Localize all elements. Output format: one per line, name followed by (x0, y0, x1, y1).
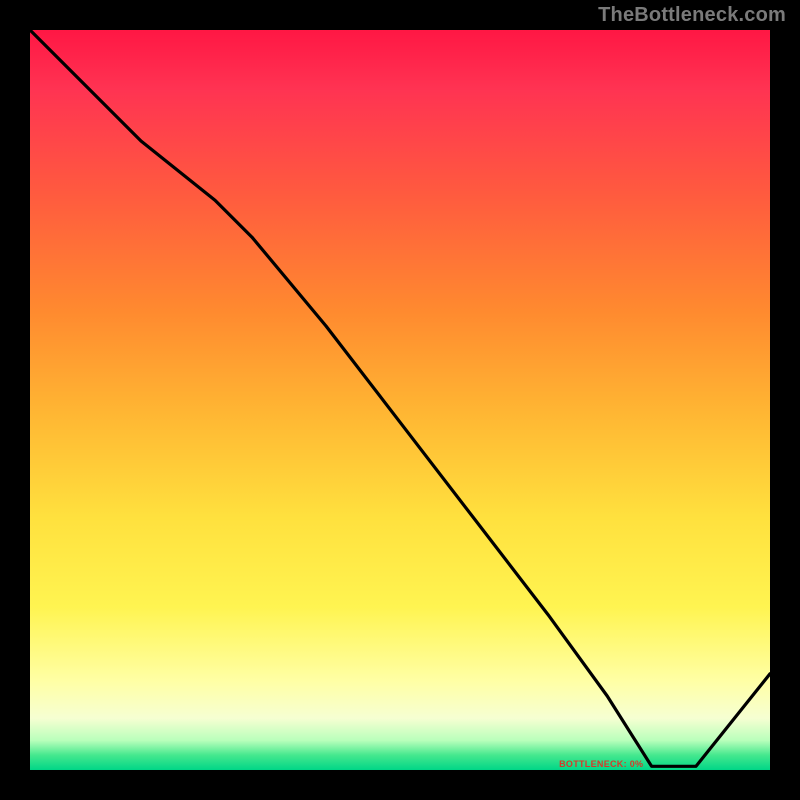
bottleneck-zero-label: BOTTLENECK: 0% (559, 759, 643, 769)
bottleneck-curve (30, 30, 770, 770)
chart-root: TheBottleneck.com BOTTLENECK: 0% (0, 0, 800, 800)
plot-area: BOTTLENECK: 0% (30, 30, 770, 770)
attribution-text: TheBottleneck.com (598, 4, 786, 27)
